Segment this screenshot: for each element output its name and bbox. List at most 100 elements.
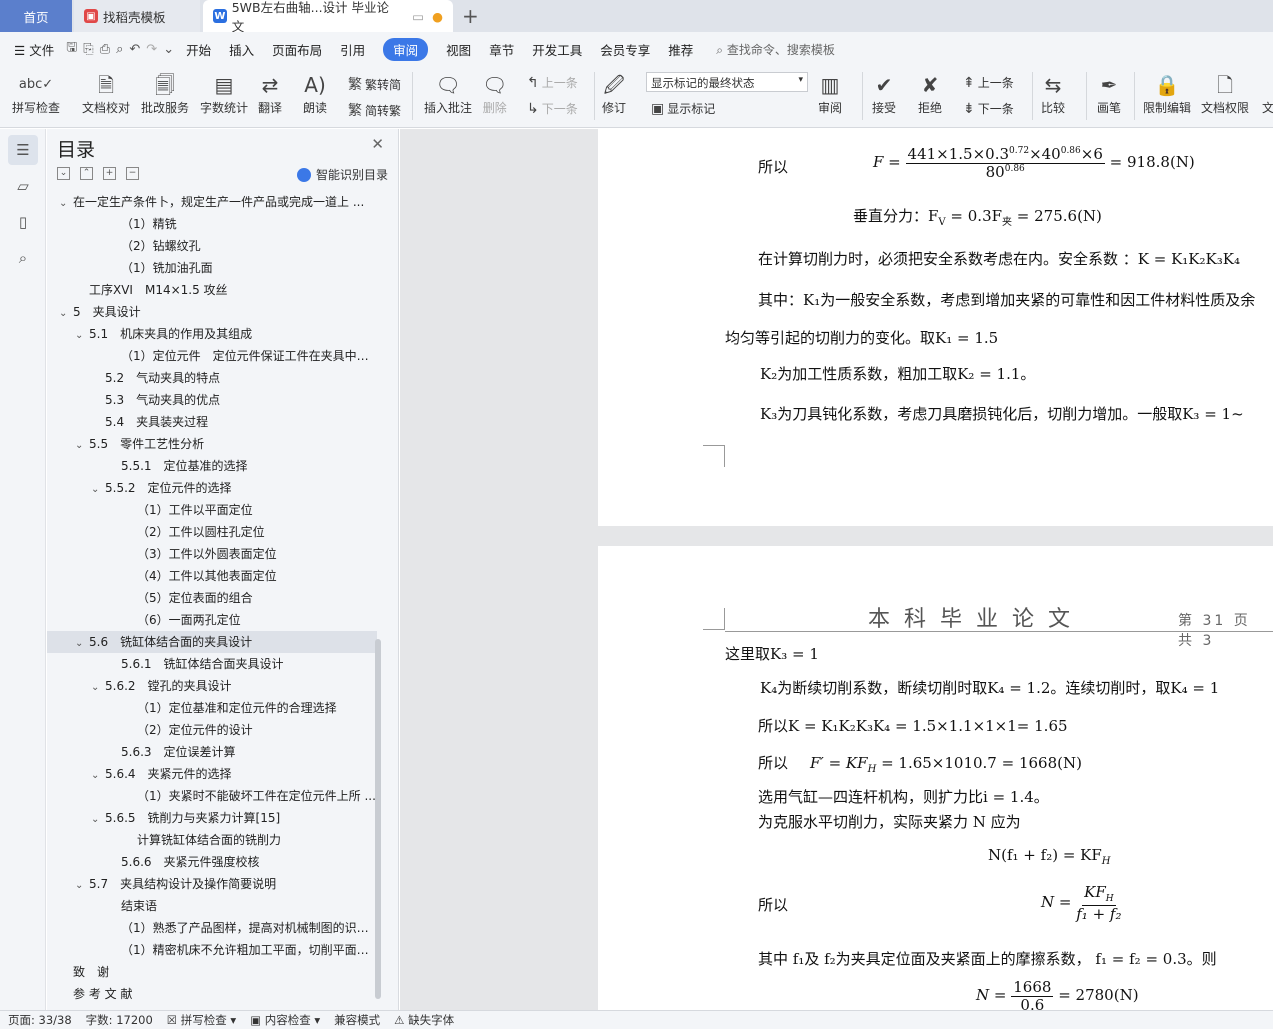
- restrict-editing-button[interactable]: 🔒 限制编辑: [1143, 71, 1191, 116]
- toc-item[interactable]: ⌄ 5.7 夹具结构设计及操作简要说明: [47, 873, 377, 895]
- toc-item[interactable]: （1）精铣: [47, 213, 377, 235]
- bookmark-icon[interactable]: ▯: [8, 207, 38, 237]
- word-count-status[interactable]: 字数: 17200: [86, 1012, 153, 1028]
- toc-item[interactable]: （3）工件以外圆表面定位: [47, 543, 377, 565]
- close-icon[interactable]: ✕: [371, 135, 384, 153]
- menu-review[interactable]: 审阅: [383, 37, 429, 61]
- toc-item[interactable]: （1）工件以平面定位: [47, 499, 377, 521]
- prev-change-button[interactable]: ⇞ 上一条: [963, 74, 1014, 91]
- toc-item[interactable]: （2）工件以圆柱孔定位: [47, 521, 377, 543]
- toc-item[interactable]: （1）定位基准和定位元件的合理选择: [47, 697, 377, 719]
- chevron-down-icon[interactable]: ⌄: [91, 809, 105, 829]
- toc-item[interactable]: 工序XVI M14×1.5 攻丝: [47, 279, 377, 301]
- file-menu[interactable]: ☰ 文件: [14, 40, 54, 59]
- screen-icon[interactable]: ▭: [412, 9, 424, 24]
- doc-permission-button[interactable]: 🗋 文档权限: [1201, 71, 1249, 116]
- missing-font-status[interactable]: ⚠ 缺失字体: [394, 1012, 454, 1028]
- expand-icon[interactable]: ⌄: [57, 167, 70, 180]
- toc-item[interactable]: ⌄ 5.6.5 铣削力与夹紧力计算[15]: [47, 807, 377, 829]
- more-icon[interactable]: ⌄: [163, 42, 174, 57]
- toc-item[interactable]: 5.6.1 铣缸体结合面夹具设计: [47, 653, 377, 675]
- tab-template[interactable]: ▣ 找稻壳模板: [74, 0, 200, 32]
- doc-check-button[interactable]: 🗎 文档校对: [82, 71, 130, 116]
- compare-button[interactable]: ⇆ 比较: [1041, 71, 1065, 116]
- review-pane-button[interactable]: ▥ 审阅: [818, 71, 842, 116]
- next-change-button[interactable]: ⇟ 下一条: [963, 100, 1014, 117]
- read-aloud-button[interactable]: A) 朗读: [303, 71, 327, 116]
- toc-item[interactable]: ⌄ 5.6.2 镗孔的夹具设计: [47, 675, 377, 697]
- toc-icon[interactable]: ☰: [8, 135, 38, 165]
- toc-item[interactable]: （1）熟悉了产品图样，提高对机械制图的识别 ...: [47, 917, 377, 939]
- accept-button[interactable]: ✔ 接受: [872, 71, 896, 116]
- trad-to-simp-button[interactable]: 繁繁转简: [348, 74, 401, 94]
- spell-check-status[interactable]: ☒ 拼写检查 ▾: [167, 1012, 236, 1028]
- chevron-down-icon[interactable]: ⌄: [75, 633, 89, 653]
- next-comment-button[interactable]: ↳ 下一条: [527, 100, 578, 117]
- chevron-down-icon[interactable]: ⌄: [59, 303, 73, 323]
- toc-item[interactable]: 参 考 文 献: [47, 983, 377, 1005]
- print-icon[interactable]: ⎙: [100, 42, 110, 57]
- toc-item[interactable]: 致 谢: [47, 961, 377, 983]
- chevron-down-icon[interactable]: ⌄: [75, 435, 89, 455]
- save-icon[interactable]: 🖫: [66, 38, 77, 60]
- show-markup-button[interactable]: ▣ 显示标记: [651, 100, 715, 117]
- revise-service-button[interactable]: 🗐 批改服务: [141, 71, 189, 116]
- smart-toc-button[interactable]: 智能识别目录: [296, 166, 388, 183]
- translate-button[interactable]: ⇄ 翻译: [258, 71, 282, 116]
- toc-item[interactable]: 计算铣缸体结合面的铣削力: [47, 829, 377, 851]
- toc-item[interactable]: （6）一面两孔定位: [47, 609, 377, 631]
- menu-member[interactable]: 会员专享: [600, 40, 650, 59]
- chevron-down-icon[interactable]: ⌄: [75, 325, 89, 345]
- menu-recommend[interactable]: 推荐: [668, 40, 693, 59]
- simp-to-trad-button[interactable]: 繁简转繁: [348, 100, 401, 120]
- command-search[interactable]: ⌕ 查找命令、搜索模板: [716, 41, 835, 58]
- toc-item[interactable]: （1）夹紧时不能破坏工件在定位元件上所 ...: [47, 785, 377, 807]
- toc-item[interactable]: ⌄ 5 夹具设计: [47, 301, 377, 323]
- delete-comment-button[interactable]: 🗨 删除: [482, 71, 507, 116]
- redo-icon[interactable]: ↷: [146, 42, 157, 57]
- chevron-down-icon[interactable]: ⌄: [91, 765, 105, 785]
- menu-chapter[interactable]: 章节: [489, 40, 514, 59]
- menu-reference[interactable]: 引用: [340, 40, 365, 59]
- toc-item[interactable]: 结束语: [47, 895, 377, 917]
- toc-item[interactable]: （1）定位元件 定位元件保证工件在夹具中处 ...: [47, 345, 377, 367]
- toc-item[interactable]: 5.4 夹具装夹过程: [47, 411, 377, 433]
- page-count[interactable]: 页面: 33/38: [8, 1012, 72, 1028]
- chevron-down-icon[interactable]: ⌄: [59, 193, 73, 213]
- chevron-down-icon[interactable]: ⌄: [91, 677, 105, 697]
- toc-item[interactable]: 5.2 气动夹具的特点: [47, 367, 377, 389]
- chevron-down-icon[interactable]: ⌄: [91, 479, 105, 499]
- collapse-icon[interactable]: ⌃: [80, 167, 93, 180]
- toc-item[interactable]: 5.6.3 定位误差计算: [47, 741, 377, 763]
- tab-document[interactable]: W 5WB左右曲轴...设计 毕业论文 ▭ ●: [203, 0, 453, 34]
- toc-item[interactable]: 5.5.1 定位基准的选择: [47, 455, 377, 477]
- toc-item[interactable]: ⌄ 5.6.4 夹紧元件的选择: [47, 763, 377, 785]
- more-ribbon-button[interactable]: 文: [1262, 71, 1273, 116]
- toc-item[interactable]: （2）定位元件的设计: [47, 719, 377, 741]
- menu-view[interactable]: 视图: [446, 40, 471, 59]
- chevron-down-icon[interactable]: ⌄: [75, 875, 89, 895]
- reject-button[interactable]: ✘ 拒绝: [918, 71, 942, 116]
- toc-item[interactable]: 5.3 气动夹具的优点: [47, 389, 377, 411]
- toc-item[interactable]: 5.6.6 夹紧元件强度校核: [47, 851, 377, 873]
- toc-item[interactable]: ⌄ 5.5.2 定位元件的选择: [47, 477, 377, 499]
- insert-comment-button[interactable]: 🗨 插入批注: [424, 71, 472, 116]
- new-tab-button[interactable]: +: [462, 4, 479, 28]
- toc-item[interactable]: （5）定位表面的组合: [47, 587, 377, 609]
- word-count-button[interactable]: ▤ 字数统计: [200, 71, 248, 116]
- toc-item[interactable]: （1）铣加油孔面: [47, 257, 377, 279]
- find-icon[interactable]: ⌕: [8, 243, 38, 273]
- prev-comment-button[interactable]: ↰ 上一条: [527, 74, 578, 91]
- add-icon[interactable]: +: [103, 167, 116, 180]
- tab-home[interactable]: 首页: [0, 0, 72, 32]
- menu-start[interactable]: 开始: [186, 40, 211, 59]
- toc-scrollbar[interactable]: [375, 639, 381, 999]
- menu-dev-tools[interactable]: 开发工具: [532, 40, 582, 59]
- toc-item[interactable]: （1）精密机床不允许粗加工平面，切削平面不 ...: [47, 939, 377, 961]
- markup-state-select[interactable]: 显示标记的最终状态 ▾: [646, 72, 808, 92]
- toc-item[interactable]: （2）钻螺纹孔: [47, 235, 377, 257]
- track-changes-button[interactable]: 🖉 修订: [602, 71, 626, 116]
- chapter-icon[interactable]: ▱: [8, 171, 38, 201]
- spell-check-button[interactable]: abc✓ 拼写检查: [12, 71, 60, 116]
- content-check-status[interactable]: ▣ 内容检查 ▾: [250, 1012, 320, 1028]
